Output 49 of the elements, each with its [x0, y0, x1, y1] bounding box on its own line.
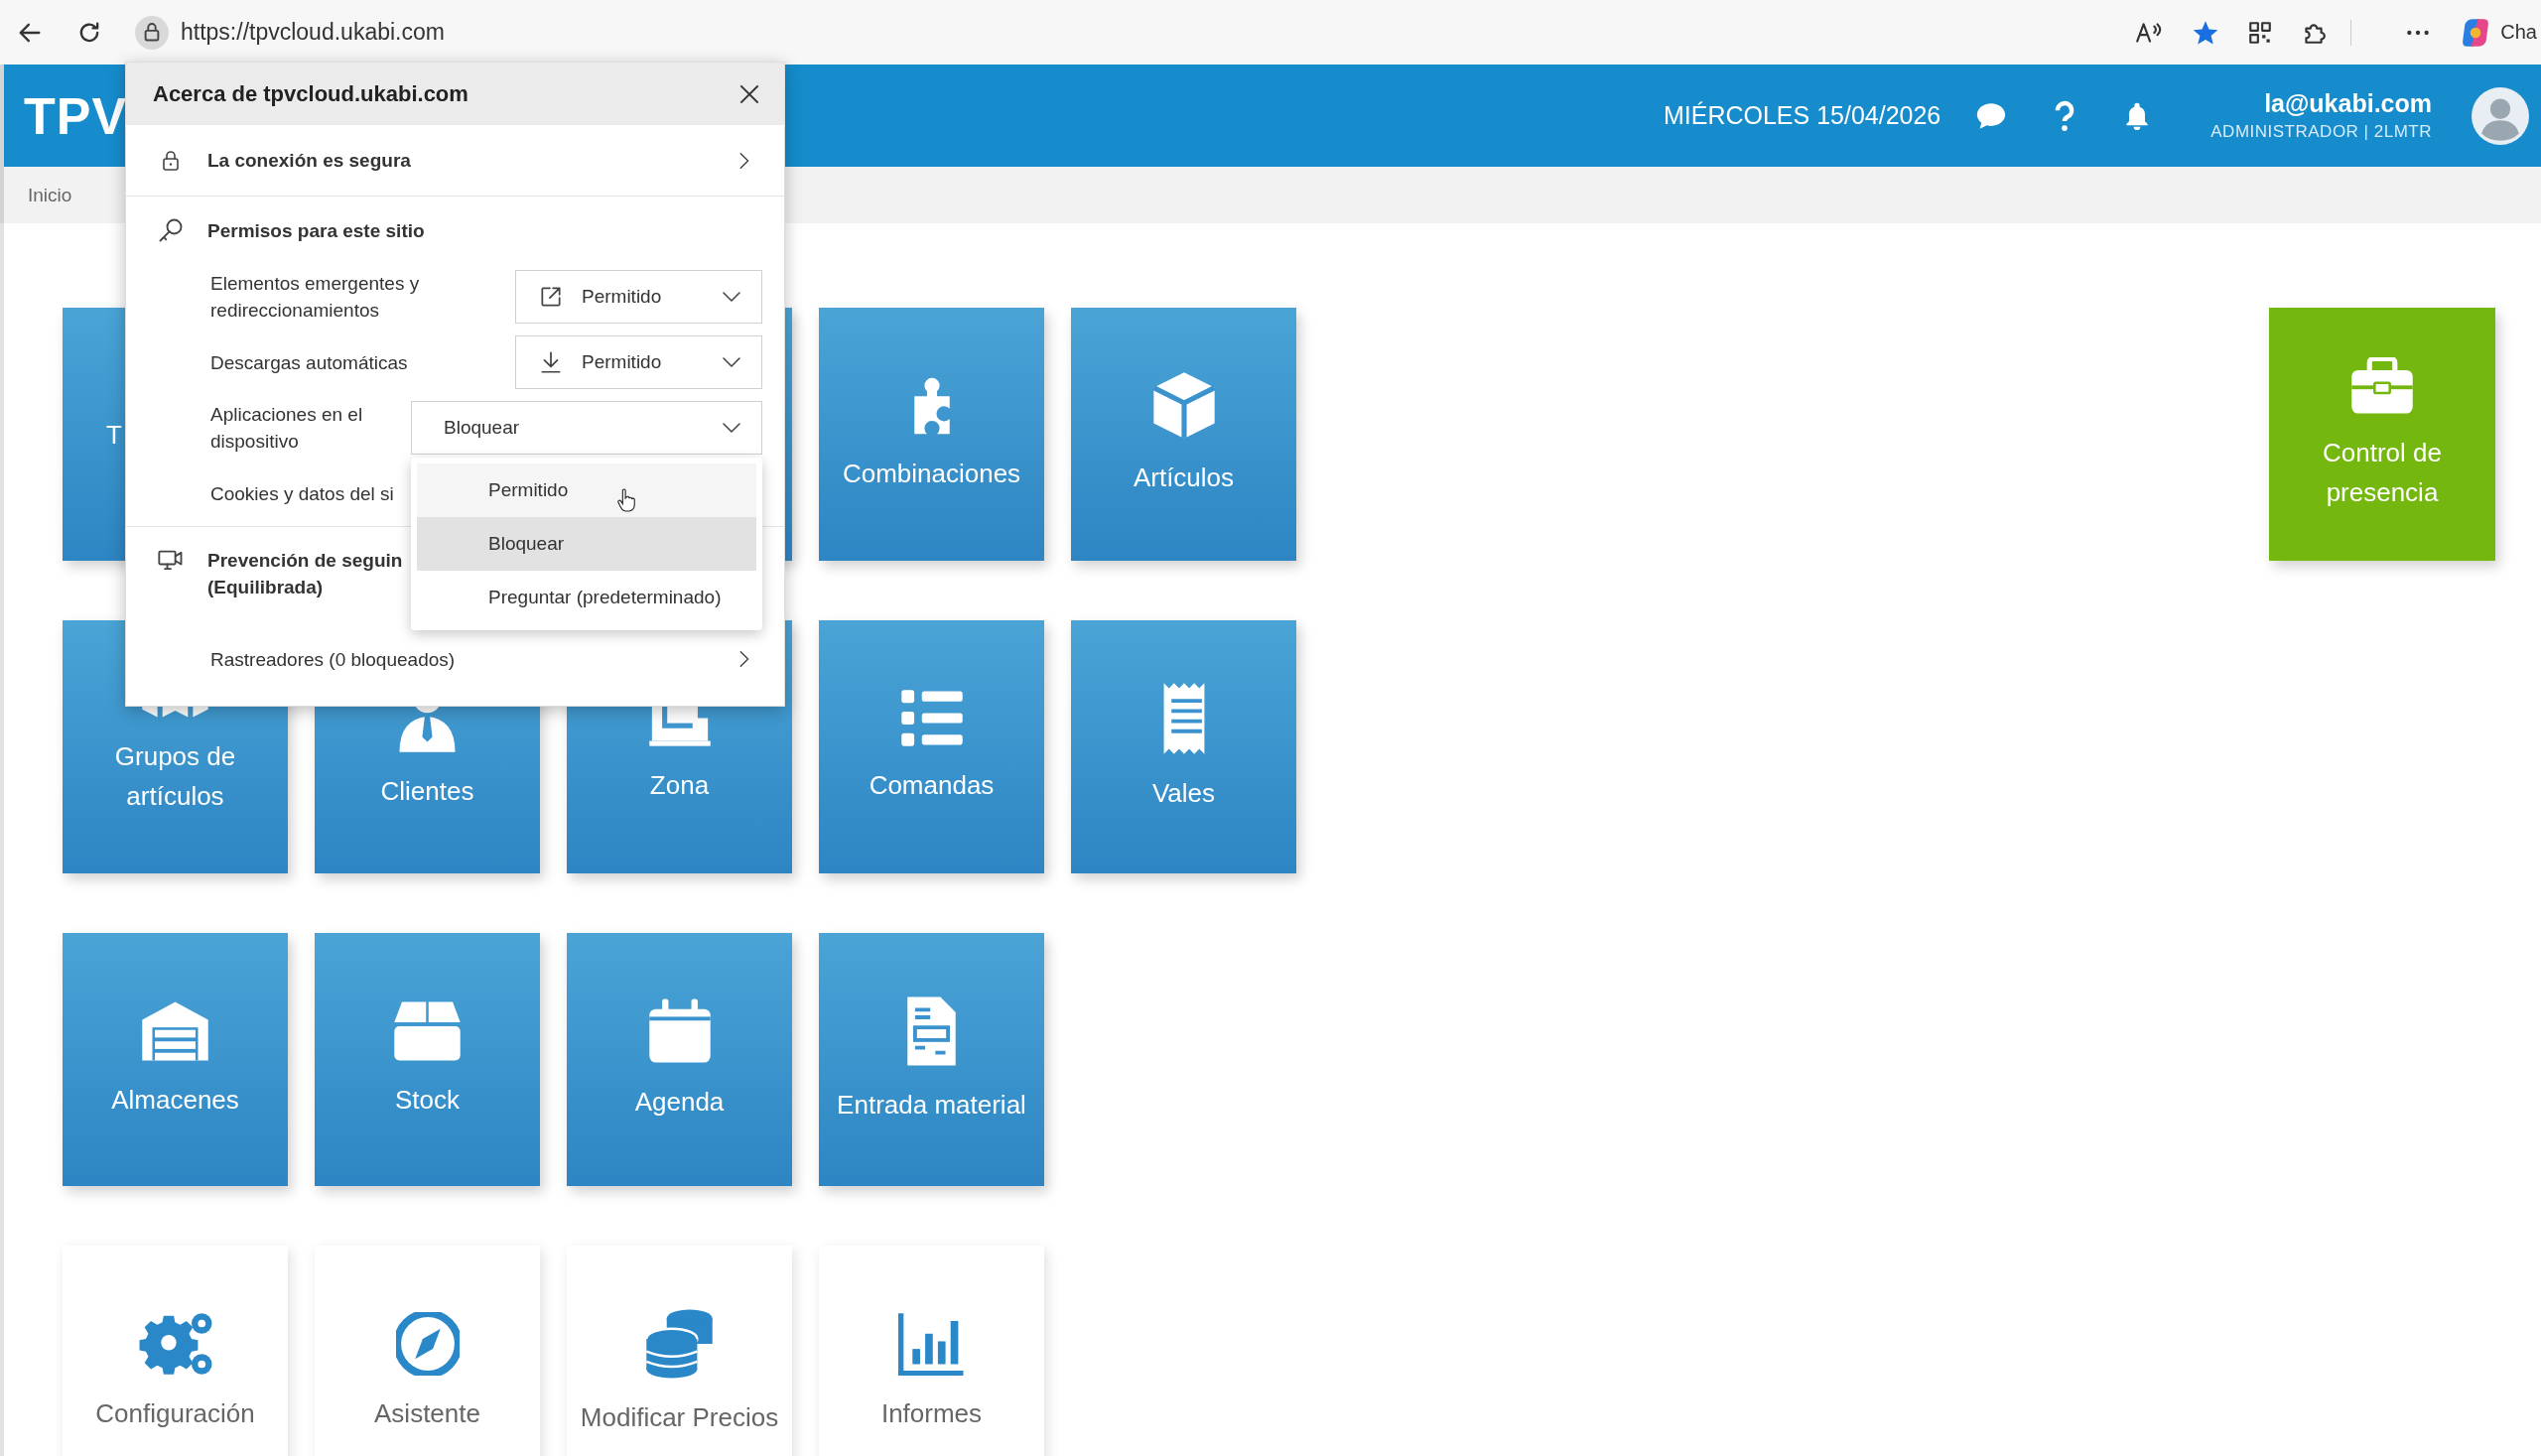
cube-icon	[1151, 371, 1216, 440]
menu-tile[interactable]: Configuración	[63, 1246, 288, 1456]
avatar-icon[interactable]	[2472, 86, 2529, 145]
menu-tile[interactable]: Entrada material	[819, 933, 1044, 1186]
menu-tile[interactable]: Vales	[1071, 620, 1296, 873]
user-role: ADMINISTRADOR | 2LMTR	[2210, 122, 2432, 142]
setting-label: Cookies y datos del si	[210, 481, 394, 506]
coins-icon	[645, 1307, 714, 1380]
receipt-icon	[1161, 681, 1206, 755]
menu-option[interactable]: Permitido	[417, 463, 756, 517]
menu-tile[interactable]: Almacenes	[63, 933, 288, 1186]
lock-icon[interactable]	[135, 15, 169, 50]
menu-tile[interactable]: Informes	[819, 1246, 1044, 1456]
external-link-icon	[538, 284, 564, 310]
menu-tile[interactable]: Agenda	[567, 933, 792, 1186]
dropdown[interactable]: Permitido	[515, 270, 762, 324]
document-icon	[906, 994, 957, 1067]
menu-tile[interactable]: Artículos	[1071, 308, 1296, 561]
menu-tile[interactable]: Asistente	[315, 1246, 540, 1456]
menu-tile[interactable]: Comandas	[819, 620, 1044, 873]
section-heading: Permisos para este sitio	[207, 218, 426, 243]
logo: TPV	[24, 85, 128, 146]
gears-icon	[137, 1311, 213, 1376]
compass-icon	[395, 1311, 460, 1376]
tracking-prevention-label: Prevención de seguin (Equilibrada)	[207, 549, 403, 599]
briefcase-icon	[2350, 356, 2414, 415]
menu-tile[interactable]: Modificar Precios	[567, 1246, 792, 1456]
box-icon	[393, 999, 462, 1062]
list-icon	[899, 689, 964, 747]
connection-row[interactable]: La conexión es segura	[126, 125, 784, 196]
setting-label: Elementos emergentes y redireccionamientos	[210, 272, 421, 323]
setting-label: Descargas automáticas	[210, 350, 409, 375]
hand-cursor-icon	[615, 487, 637, 513]
menu-tile[interactable]: Stock	[315, 933, 540, 1186]
popup-title: Acerca de tpvcloud.ukabi.com	[153, 80, 468, 107]
calendar-icon	[647, 997, 712, 1064]
dropdown[interactable]: Permitido	[515, 335, 762, 389]
address-field[interactable]: https://tpvcloud.ukabi.com	[135, 10, 2103, 55]
date-label: MIÉRCOLES 15/04/2026	[1663, 101, 1941, 130]
menu-tile[interactable]: Combinaciones	[819, 308, 1044, 561]
setting-label: Aplicaciones en el dispositivo	[210, 403, 364, 454]
breadcrumb-link[interactable]: Inicio	[28, 184, 72, 206]
chart-icon	[898, 1311, 965, 1376]
warehouse-icon	[141, 999, 209, 1062]
user-email: la@ukabi.com	[2264, 89, 2432, 118]
puzzle-icon	[912, 375, 951, 436]
menu-option[interactable]: Bloquear	[417, 517, 756, 571]
profile-label[interactable]: Cha	[2500, 21, 2541, 44]
grid-icon[interactable]	[2247, 19, 2274, 46]
